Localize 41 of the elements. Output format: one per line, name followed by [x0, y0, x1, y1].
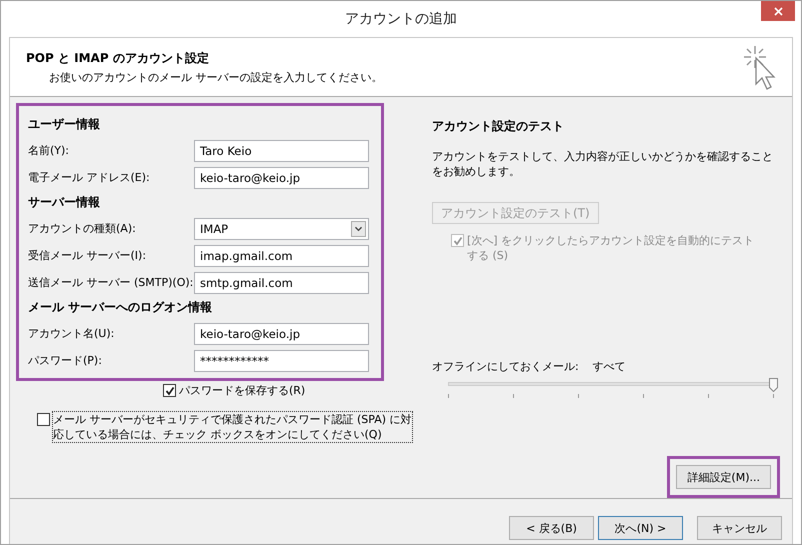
- checkbox-label: メール サーバーがセキュリティで保護されたパスワード認証 (SPA) に対応している場合には、チェック ボックスをオンにしてください(Q): [53, 412, 412, 442]
- field-label: アカウント名(U):: [28, 326, 114, 341]
- field-label: 受信メール サーバー(I):: [28, 248, 146, 263]
- checkbox-label: パスワードを保存する(R): [179, 383, 306, 398]
- field-label: パスワード(P):: [28, 353, 102, 368]
- account-type-dropdown[interactable]: IMAP: [194, 218, 369, 240]
- section-heading: ユーザー情報: [28, 116, 101, 133]
- spa-checkbox[interactable]: [37, 413, 50, 426]
- slider-thumb[interactable]: [769, 378, 778, 392]
- field-label: 名前(Y):: [28, 143, 70, 158]
- cursor-sparkle-icon: [742, 44, 778, 92]
- section-heading: アカウント設定のテスト: [432, 118, 565, 135]
- field-label: 電子メール アドレス(E):: [28, 170, 150, 185]
- header-title: POP と IMAP のアカウント設定: [26, 50, 210, 66]
- dialog-button[interactable]: キャンセル: [697, 516, 782, 540]
- input-field[interactable]: keio-taro@keio.jp: [194, 322, 369, 344]
- window-title: アカウントの追加: [345, 10, 457, 28]
- input-field[interactable]: Taro Keio: [194, 140, 369, 162]
- field-label: 送信メール サーバー (SMTP)(O):: [28, 275, 194, 290]
- input-field[interactable]: imap.gmail.com: [194, 244, 369, 266]
- slider-track[interactable]: [448, 378, 778, 392]
- input-field[interactable]: keio-taro@keio.jp: [194, 166, 369, 188]
- offline-label: オフラインにしておくメール:: [432, 359, 579, 374]
- close-button[interactable]: [761, 1, 795, 21]
- field-label: アカウントの種類(A):: [28, 221, 136, 236]
- section-heading: メール サーバーへのログオン情報: [28, 299, 214, 316]
- close-icon: [774, 6, 782, 16]
- dialog-button[interactable]: < 戻る(B): [509, 516, 594, 540]
- input-field[interactable]: ************: [194, 350, 369, 372]
- check-icon: [164, 386, 174, 396]
- test-description: アカウントをテストして、入力内容が正しいかどうかを確認することをお勧めします。: [432, 149, 774, 179]
- checkbox-label: [次へ] をクリックしたらアカウント設定を自動的にテストする (S): [467, 233, 756, 263]
- caret-icon: [351, 220, 366, 236]
- section-heading: サーバー情報: [28, 194, 101, 211]
- header-subtitle: お使いのアカウントのメール サーバーの設定を入力してください。: [48, 70, 382, 84]
- offline-value: すべて: [592, 359, 626, 374]
- check-icon: [452, 236, 462, 246]
- advanced-settings-button[interactable]: 詳細設定(M)...: [676, 465, 771, 489]
- input-field[interactable]: smtp.gmail.com: [194, 272, 369, 294]
- save-password-checkbox[interactable]: [163, 384, 176, 397]
- dialog-button[interactable]: 次へ(N) >: [598, 516, 683, 540]
